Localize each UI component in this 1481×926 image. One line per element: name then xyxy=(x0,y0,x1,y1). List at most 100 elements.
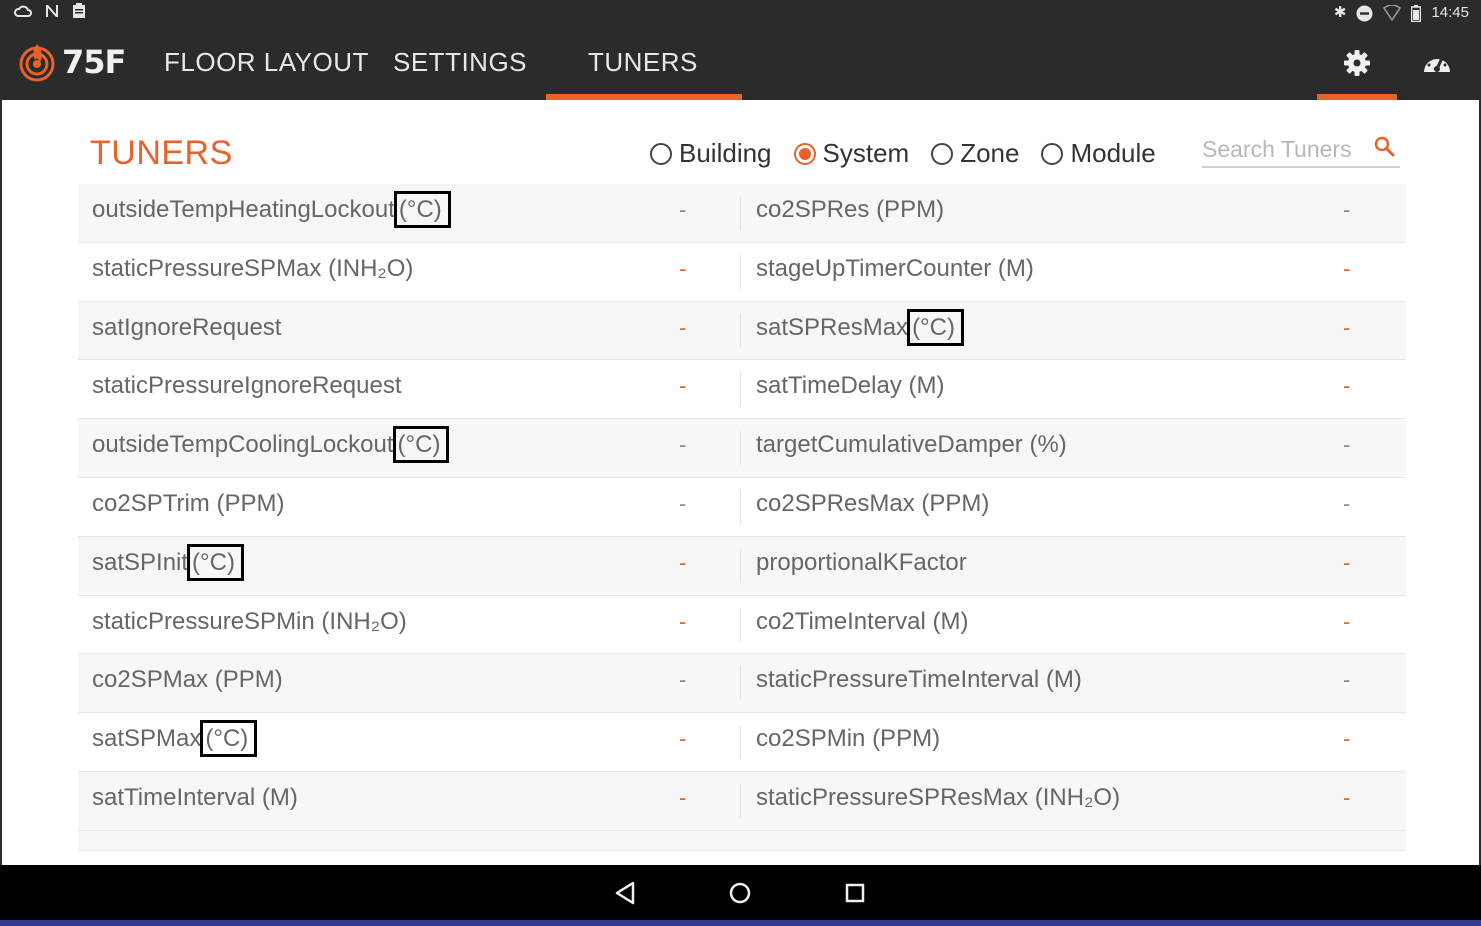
dashboard-icon xyxy=(1424,55,1450,72)
tuner-name-left[interactable]: co2SPMax (PPM) xyxy=(92,654,283,712)
tuner-name-right[interactable]: co2SPResMax (PPM) xyxy=(756,478,989,536)
tuner-unit: (PPM) xyxy=(876,196,945,223)
radio-circle-icon[interactable] xyxy=(1041,142,1064,165)
tuner-label: satSPInit xyxy=(92,548,189,576)
tuner-name-right[interactable]: satSPResMax (°C) xyxy=(756,302,964,360)
tuners-page: TUNERS Building System Zone Module outsi… xyxy=(0,100,1481,865)
radio-circle-icon[interactable] xyxy=(650,142,672,165)
tuner-name-right[interactable]: targetCumulativeDamper (%) xyxy=(756,419,1067,477)
tuner-value-right[interactable]: - xyxy=(1343,772,1350,830)
tuner-name-left[interactable]: staticPressureSPMin (INH₂O) xyxy=(92,596,407,654)
tuner-label: staticPressureSPResMax xyxy=(756,783,1029,811)
tuner-value-right[interactable]: - xyxy=(1343,596,1350,654)
tuner-name-left[interactable]: satSPMax (°C) xyxy=(92,713,258,771)
tuner-name-right[interactable]: staticPressureTimeInterval (M) xyxy=(756,654,1082,712)
tuner-unit: (%) xyxy=(1029,431,1067,459)
settings-gear-button[interactable] xyxy=(1317,26,1397,100)
column-divider xyxy=(740,196,741,230)
tuner-label: stageUpTimerCounter xyxy=(756,254,992,282)
radio-module[interactable]: Module xyxy=(1041,138,1156,169)
tuner-name-left[interactable]: staticPressureIgnoreRequest xyxy=(92,360,402,418)
tuner-value-left[interactable]: - xyxy=(679,654,686,712)
tuner-value-left[interactable]: - xyxy=(679,537,686,595)
tuner-name-left[interactable]: staticPressureSPMax (INH₂O) xyxy=(92,243,413,301)
tuner-unit: (PPM) xyxy=(216,489,285,517)
tuner-value-right[interactable]: - xyxy=(1343,302,1350,360)
tuner-name-right[interactable]: proportionalKFactor xyxy=(756,537,967,595)
tuner-value-right[interactable]: - xyxy=(1343,713,1350,771)
tuner-unit: (°C) xyxy=(393,191,451,228)
tuner-label: targetCumulativeDamper xyxy=(756,431,1023,459)
tuner-value-left[interactable]: - xyxy=(679,243,686,301)
recents-icon[interactable] xyxy=(840,878,870,908)
column-divider xyxy=(740,725,741,760)
tab-tuners[interactable]: TUNERS xyxy=(546,26,742,100)
tuner-name-right[interactable]: co2TimeInterval (M) xyxy=(756,596,969,654)
tab-settings[interactable]: SETTINGS xyxy=(393,26,527,100)
tuner-label: outsideTempHeatingLockout xyxy=(92,196,395,223)
column-divider xyxy=(740,431,741,466)
tuner-value-left[interactable]: - xyxy=(679,360,686,418)
tuner-value-left[interactable]: - xyxy=(679,772,686,830)
tuner-unit: (PPM) xyxy=(921,489,990,517)
tuner-name-right[interactable]: co2SPRes (PPM) xyxy=(756,184,944,242)
tuner-name-left[interactable]: outsideTempCoolingLockout (°C) xyxy=(92,419,450,477)
tuner-label: satIgnoreRequest xyxy=(92,313,282,341)
radio-zone[interactable]: Zone xyxy=(931,138,1019,169)
tuners-table: outsideTempHeatingLockout (°C) - co2SPRes (… xyxy=(78,184,1406,851)
cloud-icon xyxy=(14,5,32,17)
tuner-name-left[interactable]: satIgnoreRequest xyxy=(92,302,281,360)
tuner-name-left[interactable]: satSPInit (°C) xyxy=(92,537,244,595)
radio-label: Zone xyxy=(960,138,1020,168)
tuner-value-left[interactable]: - xyxy=(679,713,686,771)
dashboard-button[interactable] xyxy=(1397,26,1477,100)
radio-system[interactable]: System xyxy=(793,138,909,169)
column-divider xyxy=(740,313,741,348)
search-input[interactable] xyxy=(1202,134,1372,164)
table-row-partial xyxy=(78,830,1406,851)
tuner-value-right[interactable]: - xyxy=(1343,654,1350,712)
tuner-name-right[interactable]: satTimeDelay (M) xyxy=(756,360,944,418)
radio-building[interactable]: Building xyxy=(650,138,772,169)
status-time: 14:45 xyxy=(1431,4,1469,21)
tuner-unit: (INH₂O) xyxy=(328,254,414,282)
tuner-label: proportionalKFactor xyxy=(756,548,967,576)
table-row: outsideTempHeatingLockout (°C) - co2SPRes (… xyxy=(78,184,1406,243)
tuner-value-left[interactable]: - xyxy=(679,419,686,477)
tuner-value-right[interactable]: - xyxy=(1343,243,1350,301)
tuner-label: co2SPMin xyxy=(756,725,866,753)
table-row: satTimeInterval (M) - staticPressureSPResM… xyxy=(78,771,1406,831)
wifi-icon xyxy=(1383,5,1402,21)
tuner-unit: (M) xyxy=(932,607,969,635)
tuner-name-left[interactable]: co2SPTrim (PPM) xyxy=(92,478,284,536)
home-icon[interactable] xyxy=(725,878,755,908)
tuner-name-right[interactable]: stageUpTimerCounter (M) xyxy=(756,243,1034,301)
tuner-value-right[interactable]: - xyxy=(1343,360,1350,418)
tuner-value-right[interactable]: - xyxy=(1343,184,1350,242)
tuner-value-left[interactable]: - xyxy=(679,478,686,536)
tuner-value-right[interactable]: - xyxy=(1343,537,1350,595)
tuner-value-left[interactable]: - xyxy=(679,184,686,242)
tuner-value-right[interactable]: - xyxy=(1343,478,1350,536)
tab-floor-layout[interactable]: FLOOR LAYOUT xyxy=(164,26,369,100)
tuner-name-left[interactable]: outsideTempHeatingLockout (°C) xyxy=(92,184,451,242)
tuner-unit: (M) xyxy=(908,372,945,400)
search-icon[interactable] xyxy=(1374,136,1396,158)
search-box xyxy=(1202,134,1400,168)
tuner-name-right[interactable]: co2SPMin (PPM) xyxy=(756,713,940,771)
tuner-value-right[interactable]: - xyxy=(1343,419,1350,477)
radio-circle-icon[interactable] xyxy=(931,142,954,165)
table-row: satIgnoreRequest - satSPResMax (°C) - xyxy=(78,301,1406,361)
tuner-value-left[interactable]: - xyxy=(679,596,686,654)
back-icon[interactable] xyxy=(611,878,641,908)
logo-text: 75F xyxy=(62,43,126,81)
tuner-name-right[interactable]: staticPressureSPResMax (INH₂O) xyxy=(756,772,1120,830)
radio-circle-checked-icon[interactable] xyxy=(793,142,816,165)
tuner-unit: (M) xyxy=(1045,666,1082,694)
column-divider xyxy=(740,372,741,407)
battery-icon xyxy=(1411,4,1422,22)
tuner-name-left[interactable]: satTimeInterval (M) xyxy=(92,772,298,830)
tuner-value-left[interactable]: - xyxy=(679,302,686,360)
tuner-unit: (PPM) xyxy=(872,725,941,753)
tuner-label: co2SPRes xyxy=(756,196,870,223)
